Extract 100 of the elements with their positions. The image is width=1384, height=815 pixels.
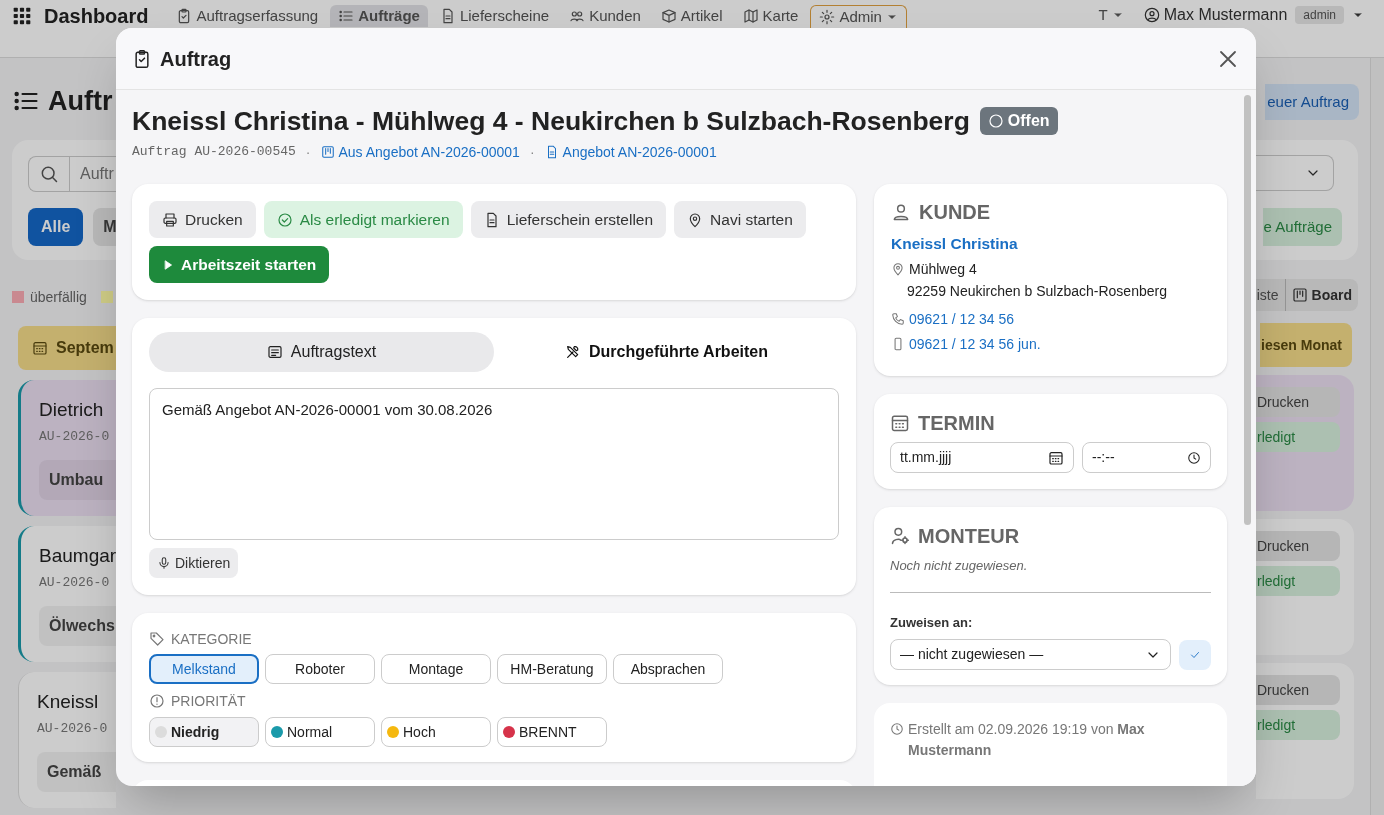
nav-link[interactable]: Kunden [561, 5, 649, 27]
scrollbar-thumb[interactable] [1243, 95, 1251, 525]
category-option[interactable]: Absprachen [613, 654, 723, 684]
order-card[interactable]: Drucken rledigt [1256, 375, 1354, 511]
card-text: Gemäß [47, 762, 102, 782]
order-card[interactable]: Drucken rledigt [1256, 663, 1354, 799]
card-heading: TERMIN [918, 411, 995, 436]
offer-link[interactable]: Aus Angebot AN-2026-00001 [320, 141, 520, 163]
box-icon [660, 8, 677, 24]
section-label: KATEGORIE [171, 631, 252, 647]
calendar-icon [890, 413, 910, 433]
search-field[interactable]: Auftr [28, 156, 116, 192]
done-button[interactable]: rledigt [1256, 566, 1340, 596]
text-lines-icon [266, 344, 283, 360]
nav-link[interactable]: Karte [734, 5, 807, 27]
separator-dot: · [305, 142, 311, 162]
priority-option[interactable]: Normal [265, 717, 375, 747]
nav-link[interactable]: Lieferscheine [431, 5, 558, 27]
city-text: 92259 Neukirchen b Sulzbach-Rosenberg [907, 282, 1167, 301]
mobile-phone-icon [891, 337, 905, 351]
done-button[interactable]: rledigt [1256, 710, 1340, 740]
category-option[interactable]: Roboter [265, 654, 375, 684]
order-text-area[interactable]: Gemäß Angebot AN-2026-00001 vom 30.08.2026 [149, 388, 839, 540]
order-number: Auftrag AU-2026-00545 [132, 143, 296, 162]
order-heading: Kneissl Christina - Mühlweg 4 - Neukirchen b Sulzbach-Rosenberg [132, 105, 970, 138]
phone-icon [891, 312, 905, 326]
user-menu[interactable]: Max Mustermann admin [1135, 5, 1372, 25]
clipboard-icon [132, 48, 152, 69]
category-option[interactable]: Melkstand [149, 654, 259, 684]
play-icon [162, 258, 174, 271]
timer-button[interactable]: Arbeitszeit starten [149, 246, 330, 283]
card-text: Umbau [49, 470, 104, 490]
view-button[interactable]: iste [1250, 279, 1285, 311]
people-icon [569, 8, 586, 24]
status-badge: Offen [979, 107, 1058, 135]
person-gear-icon [890, 526, 910, 546]
created-info: Erstellt am 02.09.2026 19:19 von Max Mustermann [908, 720, 1146, 760]
complete-button[interactable]: Als erledigt markieren [263, 201, 463, 238]
priority-option[interactable]: Niedrig [149, 717, 259, 747]
order-card[interactable]: Baumgar AU-2026-0 Ölwechs [18, 526, 116, 662]
offer-link[interactable]: Angebot AN-2026-00001 [544, 141, 717, 163]
font-size-button[interactable]: T [1090, 5, 1132, 25]
open-orders-button[interactable]: e Aufträge [1262, 208, 1342, 246]
person-icon [891, 202, 911, 222]
scrollbar[interactable] [1370, 58, 1384, 815]
fitter-select[interactable]: — nicht zugewiesen — [890, 639, 1171, 670]
customer-link[interactable]: Kneissl Christina [891, 233, 1018, 255]
card-heading: KUNDE [919, 200, 991, 225]
card-heading: MONTEUR [918, 524, 1020, 549]
navigate-button[interactable]: Navi starten [674, 201, 806, 238]
priority-option[interactable]: Hoch [381, 717, 491, 747]
order-card[interactable]: Dietrich AU-2026-0 Umbau [18, 380, 116, 516]
check-circle-icon [276, 211, 293, 228]
print-button[interactable]: Drucken [1256, 531, 1340, 561]
nav-link[interactable]: Artikel [652, 5, 731, 27]
tab[interactable]: Auftragstext [149, 332, 494, 372]
date-field[interactable]: tt.mm.jjjj [890, 442, 1074, 473]
category-option[interactable]: Montage [381, 654, 491, 684]
filter-button[interactable]: Alle [28, 208, 84, 246]
exclamation-circle-icon [149, 693, 165, 709]
delivery-button[interactable]: Lieferschein erstellen [470, 201, 667, 238]
nav-link[interactable]: Auftragserfassung [168, 5, 327, 27]
month-label: Septem [56, 338, 114, 358]
nav-link[interactable]: Aufträge [330, 5, 428, 27]
print-button[interactable]: Drucken [1256, 387, 1340, 417]
dictate-button[interactable]: Diktieren [149, 548, 239, 578]
order-card[interactable]: Kneissl AU-2026-0 Gemäß [18, 672, 116, 808]
card-number: AU-2026-0 [39, 427, 110, 446]
done-button[interactable]: rledigt [1256, 422, 1340, 452]
mobile-link[interactable]: 09621 / 12 34 56 jun. [909, 334, 1041, 354]
section-label: PRIORITÄT [171, 692, 246, 710]
street-text: Mühlweg 4 [909, 260, 977, 279]
print-button[interactable]: Drucken [1256, 675, 1340, 705]
print-button[interactable]: Drucken [149, 201, 256, 238]
legend-label: überfällig [30, 287, 87, 307]
this-month-button[interactable]: iesen Monat [1260, 323, 1352, 367]
list-icon [338, 8, 355, 24]
order-card[interactable]: Drucken rledigt [1256, 519, 1354, 655]
brand-title[interactable]: Dashboard [44, 5, 149, 27]
phone-link[interactable]: 09621 / 12 34 56 [909, 309, 1015, 329]
map-icon [742, 8, 759, 24]
role-badge: admin [1295, 6, 1344, 24]
card-title: Dietrich [39, 398, 104, 422]
calendar-icon [1048, 449, 1064, 466]
card-text: Ölwechs [49, 615, 115, 636]
assign-button[interactable] [1179, 639, 1211, 670]
board-icon [320, 145, 335, 159]
card-title: Kneissl [37, 690, 99, 714]
search-placeholder: Auftr [79, 164, 114, 184]
tab[interactable]: Durchgeführte Arbeiten [494, 332, 839, 372]
card-title: Baumgar [39, 544, 117, 568]
apps-grid-icon [12, 6, 32, 26]
modal-scrollbar[interactable] [1238, 90, 1256, 786]
time-field[interactable]: --:-- [1082, 442, 1211, 473]
gear-icon [819, 9, 836, 25]
priority-option[interactable]: BRENNT [497, 717, 607, 747]
category-option[interactable]: HM-Beratung [497, 654, 607, 684]
new-order-button[interactable]: euer Auftrag [1265, 84, 1359, 120]
tag-icon [149, 631, 165, 647]
view-button[interactable]: Board [1284, 279, 1358, 311]
